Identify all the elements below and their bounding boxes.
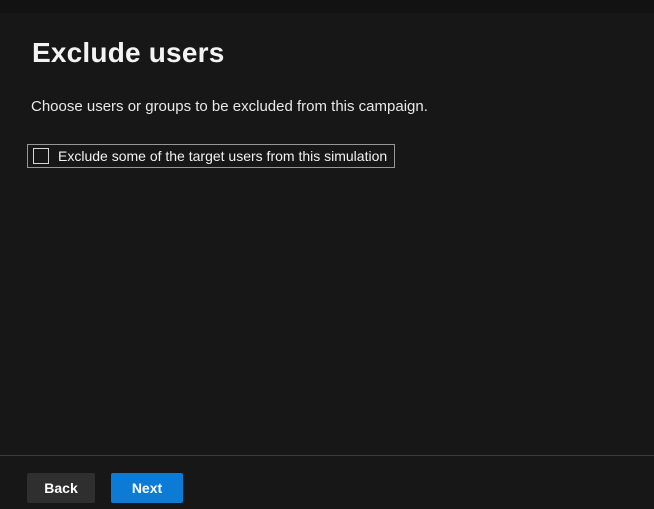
page-title: Exclude users — [32, 36, 224, 70]
page-description: Choose users or groups to be excluded fr… — [31, 97, 428, 116]
next-button[interactable]: Next — [111, 473, 183, 503]
wizard-footer: Back Next — [0, 455, 654, 509]
checkbox-box-icon[interactable] — [33, 148, 49, 164]
top-shadow-strip — [0, 0, 654, 13]
back-button[interactable]: Back — [27, 473, 95, 503]
exclude-users-checkbox-label: Exclude some of the target users from th… — [58, 145, 387, 167]
exclude-users-checkbox[interactable]: Exclude some of the target users from th… — [27, 144, 395, 168]
exclude-users-page: { "page": { "title": "Exclude users", "d… — [0, 0, 654, 509]
